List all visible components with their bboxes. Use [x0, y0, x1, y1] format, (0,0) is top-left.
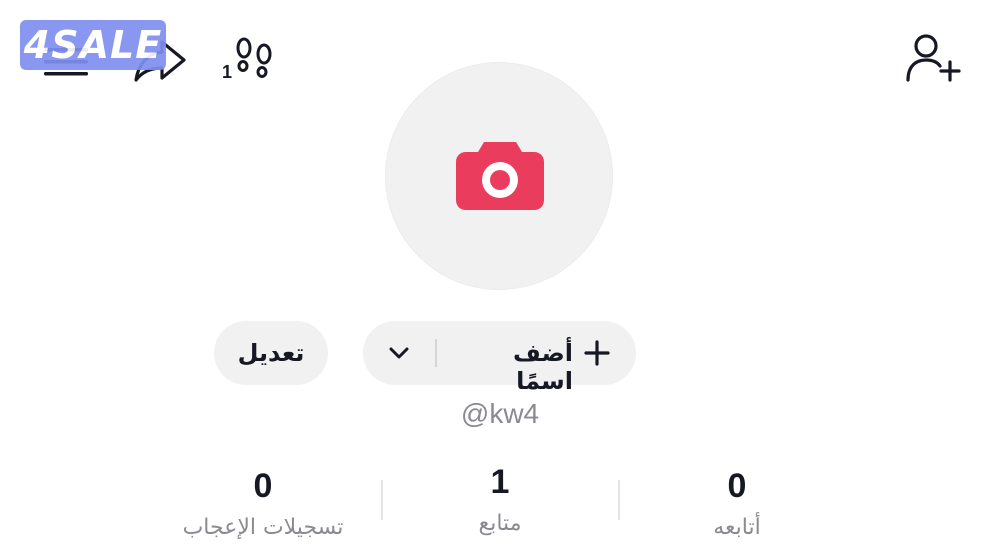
profile-visitors-button[interactable]: 1	[220, 36, 280, 84]
username: @kw4	[460, 398, 540, 429]
watermark-logo: 4SALE	[20, 20, 166, 70]
add-name-button[interactable]: أضف اسمًا	[363, 321, 636, 395]
camera-icon	[456, 142, 544, 210]
stat-followers-label: متابع	[478, 511, 522, 536]
add-name-label: أضف اسمًا	[513, 339, 573, 395]
avatar[interactable]	[385, 62, 613, 290]
stat-followers-value: 1	[490, 463, 510, 501]
edit-profile-button[interactable]: تعديل	[214, 321, 328, 385]
stat-likes-label: تسجيلات الإعجاب	[182, 515, 344, 540]
stat-divider	[381, 480, 383, 520]
stat-following-label: أتابعه	[713, 515, 761, 540]
plus-icon	[584, 340, 610, 366]
pill-divider	[435, 339, 437, 367]
edit-profile-label: تعديل	[237, 339, 305, 367]
watermark-text: 4SALE	[23, 23, 163, 67]
stat-following[interactable]: 0 أتابعه	[627, 462, 847, 546]
stat-likes-value: 0	[253, 467, 273, 505]
stat-divider	[618, 480, 620, 520]
add-user-icon[interactable]	[904, 32, 964, 84]
stat-following-value: 0	[727, 467, 747, 505]
stat-followers[interactable]: 1 متابع	[390, 458, 610, 542]
visitors-count: 1	[222, 62, 233, 82]
stat-likes[interactable]: 0 تسجيلات الإعجاب	[153, 462, 373, 546]
chevron-down-icon[interactable]	[383, 337, 415, 369]
